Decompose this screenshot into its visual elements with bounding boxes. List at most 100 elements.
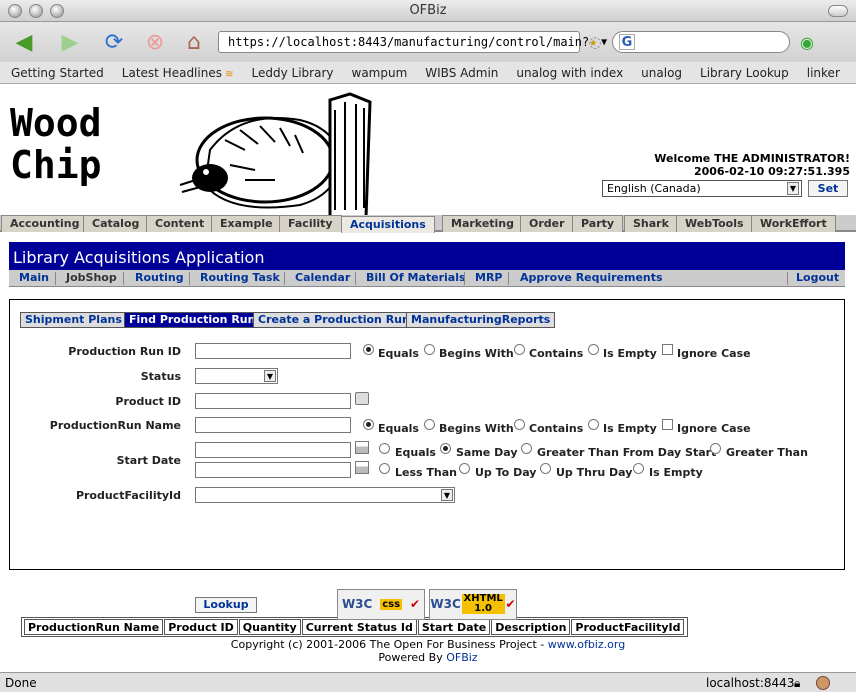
date-up-thru-day-radio[interactable]	[540, 463, 551, 474]
separator	[508, 272, 509, 285]
stop-icon[interactable]: ⊗	[140, 27, 170, 57]
date-less-than-radio[interactable]	[379, 463, 390, 474]
prid-ignore-case-checkbox[interactable]	[662, 344, 673, 355]
extension-icon[interactable]	[816, 676, 830, 690]
bookmark-item[interactable]: linker	[807, 66, 840, 80]
date-same-day-radio[interactable]	[440, 443, 451, 454]
tab-shark[interactable]: Shark	[624, 215, 678, 232]
page-content: Wood Chip Welcome THE ADMINISTRATOR! 200…	[0, 84, 856, 672]
start-date-from-input[interactable]	[195, 442, 351, 458]
bookmark-item[interactable]: WIBS Admin	[425, 66, 498, 80]
search-box[interactable]: G	[612, 31, 790, 53]
ofbiz-link[interactable]: OFBiz	[446, 651, 477, 664]
date-is-empty-radio[interactable]	[633, 463, 644, 474]
tab-accounting[interactable]: Accounting	[1, 215, 89, 232]
browser-window: OFBiz ◀ ▶ ⟳ ⊗ ⌂ https://localhost:8443/m…	[0, 0, 856, 692]
create-production-run-button[interactable]: Create a Production Run	[253, 312, 415, 328]
status-select[interactable]: ▼	[195, 368, 278, 384]
w3c-xhtml-badge-image: W3C XHTML 1.0 ✔	[429, 588, 517, 620]
tab-facility[interactable]: Facility	[279, 215, 342, 232]
tab-webtools[interactable]: WebTools	[676, 215, 753, 232]
bookmark-item[interactable]: Getting Started	[11, 66, 104, 80]
prname-is-empty-radio[interactable]	[588, 419, 599, 430]
bookmark-item[interactable]: unalog	[641, 66, 682, 80]
go-icon[interactable]: ◌	[584, 27, 606, 57]
copyright-line: Copyright (c) 2001-2006 The Open For Bus…	[0, 638, 856, 651]
tab-content[interactable]: Content	[146, 215, 214, 232]
subnav-bill-of-materials[interactable]: Bill Of Materials	[366, 270, 466, 286]
reload-icon[interactable]: ⟳	[98, 27, 130, 57]
forward-icon[interactable]: ▶	[52, 27, 88, 57]
product-id-input[interactable]	[195, 393, 351, 409]
lookup-button[interactable]: Lookup	[195, 597, 257, 613]
prname-begins-with-radio[interactable]	[424, 419, 435, 430]
w3c-xhtml-badge[interactable]: W3C XHTML 1.0 ✔	[429, 588, 517, 620]
main-tabs: Accounting Catalog Content Example Facil…	[0, 215, 856, 233]
manufacturing-reports-button[interactable]: ManufacturingReports	[406, 312, 556, 328]
bookmark-item[interactable]: Library Lookup	[700, 66, 789, 80]
logout-link[interactable]: Logout	[796, 270, 839, 286]
tab-workeffort[interactable]: WorkEffort	[751, 215, 836, 232]
tab-catalog[interactable]: Catalog	[83, 215, 149, 232]
prname-equals-radio[interactable]	[363, 419, 374, 430]
subnav-routing-task[interactable]: Routing Task	[200, 270, 280, 286]
subnav-approve-requirements[interactable]: Approve Requirements	[520, 270, 663, 286]
prname-contains-radio[interactable]	[514, 419, 525, 430]
url-bar[interactable]: https://localhost:8443/manufacturing/con…	[218, 31, 607, 53]
date-greater-than-radio[interactable]	[710, 443, 721, 454]
tab-example[interactable]: Example	[211, 215, 282, 232]
toolbar-toggle-icon[interactable]	[828, 5, 848, 17]
start-date-thru-input[interactable]	[195, 462, 351, 478]
google-icon[interactable]: G	[619, 34, 635, 50]
bookmark-item[interactable]: wampum	[352, 66, 408, 80]
shipment-plans-button[interactable]: Shipment Plans	[20, 312, 127, 328]
prid-is-empty-radio[interactable]	[588, 344, 599, 355]
bookmark-item[interactable]: Latest Headlines ≋	[122, 66, 234, 80]
subnav-calendar[interactable]: Calendar	[295, 270, 350, 286]
ofbiz-site-link[interactable]: www.ofbiz.org	[548, 638, 625, 651]
tab-party[interactable]: Party	[572, 215, 624, 232]
tab-order[interactable]: Order	[520, 215, 574, 232]
production-run-id-label: Production Run ID	[68, 345, 181, 358]
date-equals-radio[interactable]	[379, 443, 390, 454]
subnav-mrp[interactable]: MRP	[475, 270, 502, 286]
w3c-css-badge[interactable]: W3C css ✔	[337, 588, 425, 620]
back-icon[interactable]: ◀	[6, 27, 42, 57]
welcome-block: Welcome THE ADMINISTRATOR! 2006-02-10 09…	[654, 152, 850, 178]
search-go-icon[interactable]: ◉	[796, 27, 818, 57]
find-production-run-button[interactable]: Find Production Run	[124, 312, 261, 328]
prid-contains-radio[interactable]	[514, 344, 525, 355]
subnav-main[interactable]: Main	[19, 270, 49, 286]
prid-begins-with-radio[interactable]	[424, 344, 435, 355]
prname-ignore-case-checkbox[interactable]	[662, 419, 673, 430]
prid-equals-radio[interactable]	[363, 344, 374, 355]
tab-acquisitions[interactable]: Acquisitions	[341, 216, 435, 233]
lookup-icon[interactable]	[355, 392, 369, 405]
logo-line-1: Wood	[10, 101, 102, 145]
status-label: Status	[140, 370, 181, 383]
date-up-to-day-radio[interactable]	[459, 463, 470, 474]
subnav-routing[interactable]: Routing	[135, 270, 184, 286]
language-select[interactable]: English (Canada) ▼	[602, 180, 802, 197]
set-language-button[interactable]: Set	[808, 180, 848, 197]
column-header: Quantity	[238, 619, 301, 635]
product-id-label: Product ID	[115, 395, 181, 408]
bookmark-item[interactable]: unalog with index	[516, 66, 623, 80]
production-run-name-input[interactable]	[195, 417, 351, 433]
tab-marketing[interactable]: Marketing	[442, 215, 524, 232]
home-icon[interactable]: ⌂	[178, 27, 210, 57]
calendar-icon[interactable]	[355, 441, 369, 454]
chevron-down-icon: ▼	[441, 489, 453, 501]
date-greater-than-from-day-start-radio[interactable]	[521, 443, 532, 454]
subnav-jobshop[interactable]: JobShop	[66, 270, 117, 286]
minimize-window-icon[interactable]	[29, 4, 43, 18]
production-run-id-input[interactable]	[195, 343, 351, 359]
product-facility-id-select[interactable]: ▼	[195, 487, 455, 503]
badge-text: XHTML 1.0	[461, 594, 505, 614]
calendar-icon[interactable]	[355, 461, 369, 474]
option-label: Equals	[378, 347, 419, 360]
bookmark-item[interactable]: Leddy Library	[252, 66, 334, 80]
zoom-window-icon[interactable]	[50, 4, 64, 18]
close-window-icon[interactable]	[8, 4, 22, 18]
lock-icon[interactable]: 🔒︎	[794, 673, 800, 693]
